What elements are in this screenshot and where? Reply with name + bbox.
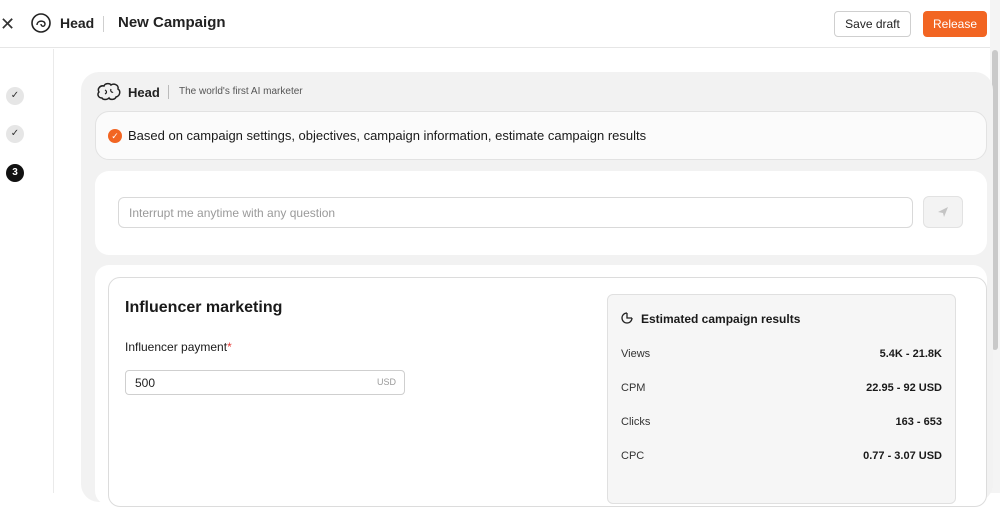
- metric-name-cpm: CPM: [621, 382, 646, 394]
- assistant-tagline: The world's first AI marketer: [179, 86, 303, 97]
- payment-label: Influencer payment*: [125, 340, 232, 354]
- question-input[interactable]: [118, 197, 913, 228]
- send-button[interactable]: [923, 196, 963, 228]
- check-circle-icon: ✓: [108, 129, 122, 143]
- metric-value-cpc: 0.77 - 3.07 USD: [863, 450, 942, 462]
- page-title: New Campaign: [118, 14, 226, 31]
- section-title: Influencer marketing: [125, 299, 283, 316]
- top-bar: ✕ Head New Campaign Save draft Release: [0, 0, 1000, 48]
- brand-name: Head: [60, 15, 95, 31]
- step-rail: [0, 49, 54, 493]
- assistant-brand: Head: [128, 85, 160, 100]
- metric-name-clicks: Clicks: [621, 416, 651, 428]
- metric-name-views: Views: [621, 348, 651, 360]
- influencer-payment-input[interactable]: [125, 370, 405, 395]
- metric-value-clicks: 163 - 653: [895, 416, 942, 428]
- step-1-check-icon[interactable]: ✓: [6, 87, 24, 105]
- step-2-check-icon[interactable]: ✓: [6, 125, 24, 143]
- divider: [168, 85, 169, 99]
- currency-suffix: USD: [377, 377, 397, 387]
- required-mark: *: [227, 340, 232, 354]
- pie-chart-icon: [621, 312, 633, 324]
- close-icon[interactable]: ✕: [0, 14, 16, 34]
- metric-name-cpc: CPC: [621, 450, 645, 462]
- release-button[interactable]: Release: [923, 11, 987, 37]
- head-logo-icon: [31, 13, 51, 33]
- metric-value-views: 5.4K - 21.8K: [879, 348, 942, 360]
- save-draft-button[interactable]: Save draft: [834, 11, 911, 37]
- results-title: Estimated campaign results: [641, 312, 801, 326]
- brain-icon: [97, 82, 121, 101]
- divider: [103, 16, 104, 32]
- status-message: Based on campaign settings, objectives, …: [128, 128, 647, 143]
- send-icon: [938, 207, 948, 217]
- metric-value-cpm: 22.95 - 92 USD: [866, 382, 942, 394]
- payment-label-text: Influencer payment: [125, 340, 228, 354]
- step-3-indicator[interactable]: 3: [6, 164, 24, 182]
